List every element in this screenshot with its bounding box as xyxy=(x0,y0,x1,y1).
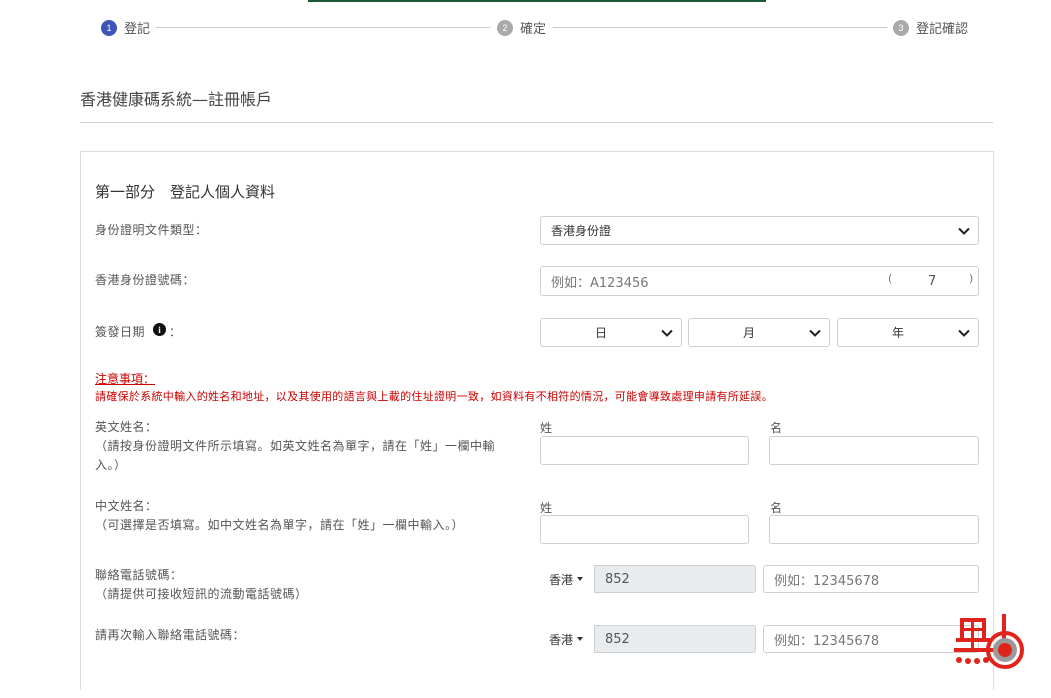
issue-date-text: 簽發日期 xyxy=(95,325,146,339)
section-title: 第一部分 登記人個人資料 xyxy=(95,183,276,201)
step-number: 1 xyxy=(101,19,117,36)
eng-name-hint-line-2: 入。） xyxy=(95,458,127,472)
phone-confirm-region-value: 香港 xyxy=(549,632,574,647)
phone-confirm-region-dropdown[interactable]: 香港 xyxy=(549,625,584,653)
chevron-down-icon xyxy=(809,329,823,337)
eng-surname-label: 姓 xyxy=(540,421,553,435)
chi-name-label: 中文姓名： xyxy=(95,499,158,513)
eng-name-label: 英文姓名： xyxy=(95,420,158,434)
step-number: 2 xyxy=(497,19,513,36)
notice-title: 注意事項： xyxy=(95,372,156,386)
check-digit-input[interactable]: 7 xyxy=(928,274,936,289)
doc-type-value: 香港身份證 xyxy=(551,224,612,238)
issue-day-select[interactable]: 日 xyxy=(540,318,682,347)
chevron-down-icon xyxy=(661,329,675,337)
issue-year-value: 年 xyxy=(891,326,904,340)
phone-confirm-input[interactable]: 例如：12345678 xyxy=(763,625,979,653)
eng-surname-input[interactable] xyxy=(540,436,749,465)
id-number-input[interactable]: 例如：A123456 xyxy=(540,266,979,296)
chi-surname-label: 姓 xyxy=(540,501,553,515)
phone-hint: （請提供可接收短訊的流動電話號碼） xyxy=(95,587,308,601)
chi-given-name-input[interactable] xyxy=(769,515,979,544)
issue-date-label: 簽發日期 xyxy=(95,323,145,341)
chi-given-name-label: 名 xyxy=(770,501,783,515)
info-icon[interactable]: i xyxy=(153,323,166,336)
id-number-placeholder: 例如：A123456 xyxy=(551,275,649,291)
step-2: 2 確定 xyxy=(497,18,546,37)
eng-given-name-input[interactable] xyxy=(769,436,979,465)
step-number: 3 xyxy=(893,19,909,36)
step-3: 3 登記確認 xyxy=(893,18,968,37)
check-digit-close-paren: ) xyxy=(969,272,974,285)
eng-given-name-label: 名 xyxy=(770,421,783,435)
step-connector xyxy=(553,27,887,28)
step-label: 登記確認 xyxy=(916,22,969,37)
check-digit-open-paren: ( xyxy=(888,272,893,285)
issue-month-select[interactable]: 月 xyxy=(688,318,830,347)
id-number-label: 香港身份證號碼： xyxy=(95,273,196,287)
step-connector xyxy=(156,27,490,28)
phone-country-code: 852 xyxy=(594,565,756,593)
caret-down-icon xyxy=(577,577,584,581)
issue-month-value: 月 xyxy=(742,326,755,340)
divider xyxy=(80,122,993,123)
page-title: 香港健康碼系統—註冊帳戶 xyxy=(80,90,273,109)
eng-name-hint-line-1: （請按身份證明文件所示填寫。如英文姓名為單字，請在「姓」一欄中輸 xyxy=(95,439,496,453)
chevron-down-icon xyxy=(958,329,972,337)
phone-confirm-country-code: 852 xyxy=(594,625,756,653)
step-1: 1 登記 xyxy=(101,18,150,37)
chi-surname-input[interactable] xyxy=(540,515,749,544)
phone-confirm-label: 請再次輸入聯絡電話號碼： xyxy=(95,628,246,642)
phone-number-input[interactable]: 例如：12345678 xyxy=(763,565,979,593)
step-label: 確定 xyxy=(520,22,547,37)
watermark-logo xyxy=(954,614,1024,669)
notice-text: 請確保於系統中輸入的姓名和地址，以及其使用的語言與上載的住址證明一致，如資料有不… xyxy=(95,390,773,403)
phone-region-value: 香港 xyxy=(549,572,574,587)
doc-type-label: 身份證明文件類型： xyxy=(95,223,208,237)
issue-year-select[interactable]: 年 xyxy=(837,318,979,347)
phone-number-placeholder: 例如：12345678 xyxy=(774,573,880,589)
chi-name-hint: （可選擇是否填寫。如中文姓名為單字，請在「姓」一欄中輸入。） xyxy=(95,518,465,532)
issue-day-value: 日 xyxy=(594,326,607,340)
caret-down-icon xyxy=(577,637,584,641)
progress-stepper: 1 登記 2 確定 3 登記確認 xyxy=(0,0,1051,55)
chevron-down-icon xyxy=(958,227,972,235)
phone-label: 聯絡電話號碼： xyxy=(95,568,183,582)
doc-type-select[interactable]: 香港身份證 xyxy=(540,216,979,245)
phone-confirm-placeholder: 例如：12345678 xyxy=(774,633,880,649)
step-label: 登記 xyxy=(124,22,151,37)
issue-date-colon: ： xyxy=(169,325,182,339)
phone-region-dropdown[interactable]: 香港 xyxy=(549,565,584,593)
